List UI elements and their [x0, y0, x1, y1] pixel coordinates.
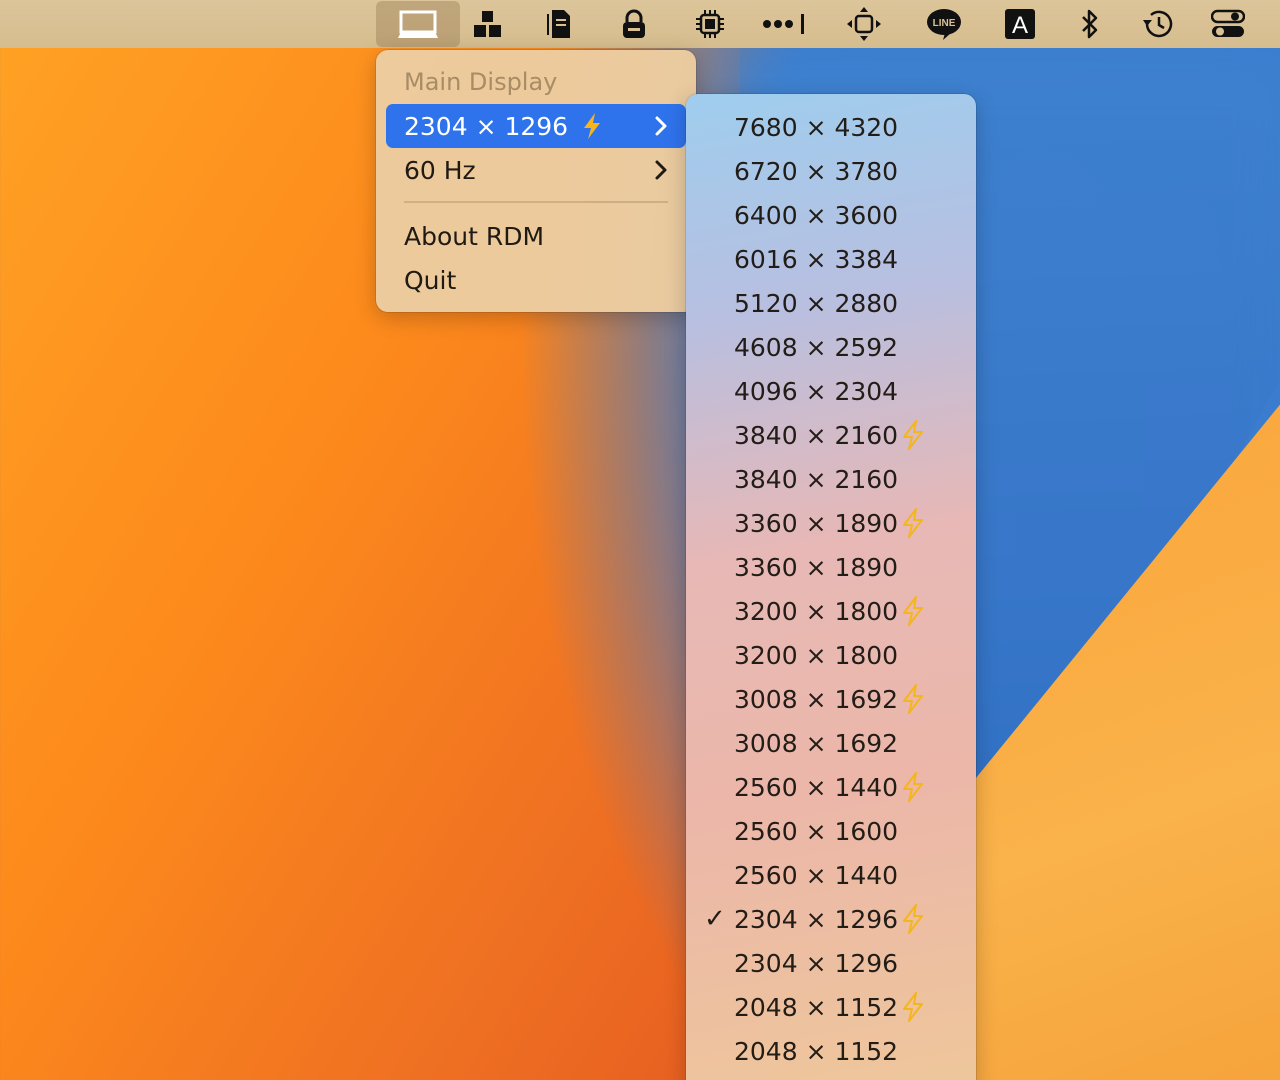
resolution-option[interactable]: 4096 × 2304 [686, 369, 976, 413]
svg-text:LINE: LINE [933, 18, 956, 29]
resolution-option-label: 2560 × 1440 [734, 860, 899, 890]
resolution-option[interactable]: 5120 × 2880 [686, 281, 976, 325]
resolution-option[interactable]: 3360 × 1890 [686, 545, 976, 589]
resolution-option-label: 4096 × 2304 [734, 376, 899, 406]
resolution-option[interactable]: 3200 × 1800 [686, 589, 976, 633]
quit-menu-item[interactable]: Quit [386, 258, 686, 302]
chevron-right-icon [654, 148, 668, 192]
resolution-option[interactable]: 2048 × 1152 [686, 985, 976, 1029]
resolution-option-label: 3008 × 1692 [734, 684, 899, 714]
resolution-option[interactable]: 2304 × 1296 [686, 941, 976, 985]
cpu-icon[interactable] [678, 0, 742, 48]
about-label: About RDM [404, 221, 545, 251]
resolution-option[interactable]: 7680 × 4320 [686, 105, 976, 149]
refresh-rate-menu-item[interactable]: 60 Hz [386, 148, 686, 192]
checkmark-icon: ✓ [704, 904, 726, 934]
chevron-right-icon [654, 104, 668, 148]
quit-label: Quit [404, 265, 457, 295]
resolution-option[interactable]: 6720 × 3780 [686, 149, 976, 193]
resolution-option[interactable]: 3840 × 2160 [686, 457, 976, 501]
resolution-option[interactable]: ✓ 2304 × 1296 [686, 897, 976, 941]
line-app-icon[interactable]: LINE [912, 0, 976, 48]
resolution-option[interactable]: 3008 × 1692 [686, 677, 976, 721]
resolution-option-label: 2048 × 1152 [734, 992, 899, 1022]
resolution-option-label: 6400 × 3600 [734, 200, 899, 230]
refresh-rate-label: 60 Hz [404, 155, 476, 185]
resolution-option-label: 3200 × 1800 [734, 640, 899, 670]
resolution-option[interactable]: 3840 × 2160 [686, 413, 976, 457]
resolution-option-label: 3840 × 2160 [734, 420, 899, 450]
bluetooth-icon[interactable] [1058, 0, 1122, 48]
lightning-icon [584, 113, 601, 139]
resolution-option[interactable]: 3200 × 1800 [686, 633, 976, 677]
input-source-icon[interactable]: A [988, 0, 1052, 48]
resolution-option[interactable]: 6016 × 3384 [686, 237, 976, 281]
resolution-option-label: 2560 × 1440 [734, 772, 899, 802]
svg-text:A: A [1012, 12, 1028, 39]
time-machine-icon[interactable] [1126, 0, 1190, 48]
about-menu-item[interactable]: About RDM [386, 214, 686, 258]
resolution-option[interactable]: 4608 × 2592 [686, 325, 976, 369]
resolution-option-label: 4608 × 2592 [734, 332, 899, 362]
resolution-option-label: 3360 × 1890 [734, 508, 899, 538]
rdm-menu: Main Display 2304 × 1296 60 Hz About RDM… [376, 50, 696, 312]
resolution-option[interactable]: 3360 × 1890 [686, 501, 976, 545]
menu-bar: LINE A [0, 0, 1280, 48]
resolution-label: 2304 × 1296 [404, 111, 569, 141]
lightning-icon [903, 684, 923, 714]
move-arrows-icon[interactable] [832, 0, 896, 48]
resolution-option-label: 3200 × 1800 [734, 596, 899, 626]
menu-separator [404, 201, 668, 203]
display-icon[interactable] [376, 1, 460, 47]
resolution-menu-item[interactable]: 2304 × 1296 [386, 104, 686, 148]
lock-icon[interactable] [602, 0, 666, 48]
more-dots-icon[interactable] [752, 0, 816, 48]
resolution-option-label: 6720 × 3780 [734, 156, 899, 186]
resolution-option[interactable]: 2560 × 1600 [686, 809, 976, 853]
clipboard-icon[interactable] [526, 0, 590, 48]
resolution-option-label: 2304 × 1296 [734, 904, 899, 934]
resolution-submenu: 7680 × 4320 6720 × 3780 6400 × 3600 6016 × … [686, 94, 976, 1080]
resolution-option-label: 6016 × 3384 [734, 244, 899, 274]
resolution-option[interactable]: 2560 × 1440 [686, 765, 976, 809]
resolution-option-label: 7680 × 4320 [734, 112, 899, 142]
resolution-option[interactable]: 2560 × 1440 [686, 853, 976, 897]
lightning-icon [903, 772, 923, 802]
lightning-icon [903, 596, 923, 626]
menu-header: Main Display [404, 68, 558, 96]
lightning-icon [903, 904, 923, 934]
lightning-icon [903, 420, 923, 450]
resolution-option-label: 2560 × 1600 [734, 816, 899, 846]
control-center-icon[interactable] [1196, 0, 1260, 48]
network-blocks-icon[interactable] [456, 0, 520, 48]
resolution-option-label: 5120 × 2880 [734, 288, 899, 318]
resolution-option-label: 3840 × 2160 [734, 464, 899, 494]
resolution-option-label: 3360 × 1890 [734, 552, 899, 582]
resolution-option-label: 2304 × 1296 [734, 948, 899, 978]
lightning-icon [903, 992, 923, 1022]
resolution-option[interactable]: 3008 × 1692 [686, 721, 976, 765]
resolution-option[interactable]: 6400 × 3600 [686, 193, 976, 237]
resolution-option[interactable]: 2048 × 1152 [686, 1029, 976, 1073]
resolution-option-label: 2048 × 1152 [734, 1036, 899, 1066]
resolution-option-label: 3008 × 1692 [734, 728, 899, 758]
lightning-icon [903, 508, 923, 538]
